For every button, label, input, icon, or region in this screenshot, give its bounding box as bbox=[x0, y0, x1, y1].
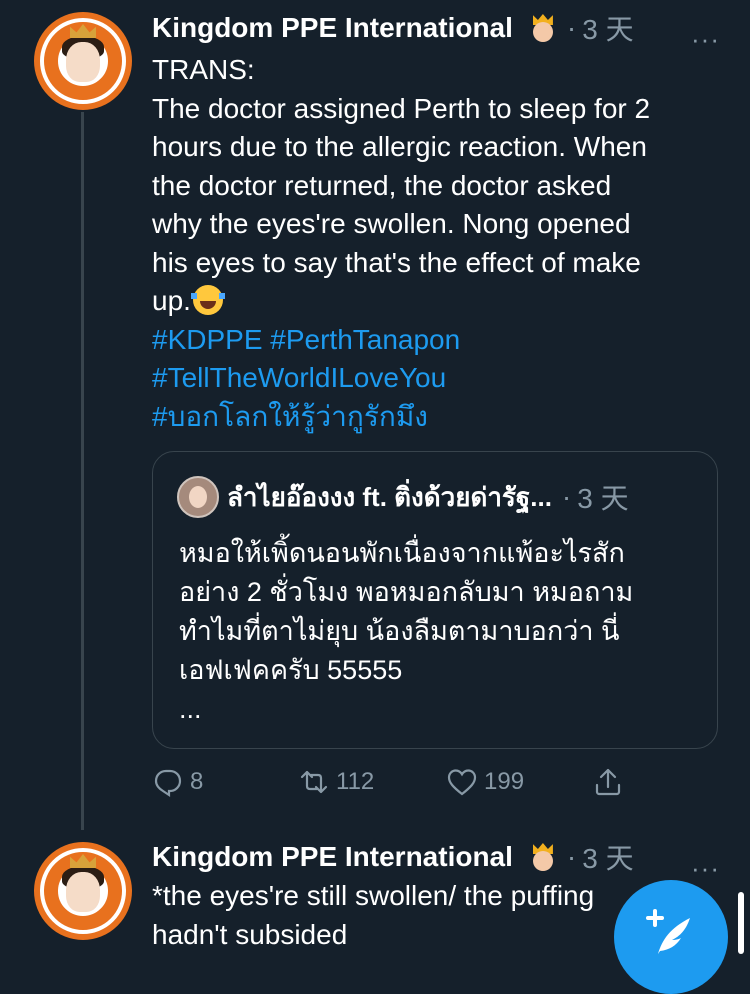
heart-icon bbox=[447, 769, 477, 796]
tweet-line: TRANS: bbox=[152, 54, 255, 85]
hashtag-link[interactable]: #KDPPE #PerthTanapon bbox=[152, 321, 732, 360]
like-count: 199 bbox=[484, 768, 525, 795]
tweet-line: the doctor returned, the doctor asked bbox=[152, 169, 612, 201]
separator-dot: · bbox=[566, 841, 577, 872]
avatar[interactable] bbox=[34, 842, 132, 940]
compose-tweet-button[interactable] bbox=[614, 880, 728, 994]
quoted-tweet-text: หมอให้เพิ้ดนอนพักเนื่องจากแพ้อะไรสัก อย่… bbox=[179, 534, 699, 729]
tweet-line: his eyes to say that's the effect of mak… bbox=[152, 246, 641, 278]
display-name[interactable]: Kingdom PPE International bbox=[152, 841, 513, 873]
quoted-line: อย่าง 2 ชั่วโมง พอหมอกลับมา หมอถาม bbox=[179, 577, 634, 607]
quoted-line: ทำไมที่ตาไม่ยุบ น้องลืมตามาบอกว่า นี่ bbox=[179, 616, 620, 646]
retweet-button[interactable]: 112 bbox=[298, 762, 374, 802]
tweet-text: TRANS: The doctor assigned Perth to slee… bbox=[152, 51, 732, 436]
timestamp[interactable]: 3 天 bbox=[582, 837, 633, 877]
quoted-tweet-card[interactable]: ลำไยอ๊องงง ft. ติ่งด้วยด่ารัฐ... · 3 天 ห… bbox=[152, 451, 718, 749]
retweet-count: 112 bbox=[336, 768, 375, 795]
tweet-actions: 8 112 199 bbox=[152, 762, 632, 802]
crown-emoji-icon bbox=[529, 14, 557, 42]
quoted-line: หมอให้เพิ้ดนอนพักเนื่องจากแพ้อะไรสัก bbox=[179, 538, 625, 568]
reply-count: 8 bbox=[190, 768, 204, 795]
crown-emoji-icon bbox=[529, 843, 557, 871]
quoted-avatar bbox=[177, 476, 219, 518]
tweet-line: up. bbox=[152, 285, 191, 316]
tweet-line: why the eyes're swollen. Nong opened bbox=[152, 208, 631, 239]
quoted-line: เอฟเฟคครับ 55555 bbox=[179, 655, 403, 685]
share-button[interactable] bbox=[592, 762, 630, 802]
quoted-display-name: ลำไยอ๊องงง ft. ติ่งด้วยด่ารัฐ... bbox=[227, 481, 552, 512]
retweet-icon bbox=[300, 770, 328, 794]
tweet-line-last: up. bbox=[152, 282, 732, 321]
timestamp[interactable]: 3 天 bbox=[582, 8, 633, 48]
display-name[interactable]: Kingdom PPE International bbox=[152, 12, 513, 44]
hashtag-link[interactable]: #บอกโลกให้รู้ว่ากูรักมึง bbox=[152, 398, 732, 437]
separator-dot: · bbox=[566, 12, 577, 43]
tweet-header: Kingdom PPE International · 3 天 ··· bbox=[152, 8, 732, 54]
tweet-header: Kingdom PPE International · 3 天 ··· bbox=[152, 837, 732, 883]
like-button[interactable]: 199 bbox=[446, 762, 524, 802]
quoted-line: ... bbox=[179, 694, 202, 724]
hashtag-link[interactable]: #TellTheWorldILoveYou bbox=[152, 359, 732, 398]
quoted-tweet-header: ลำไยอ๊องงง ft. ติ่งด้วยด่ารัฐ... · 3 天 bbox=[227, 476, 707, 518]
separator-dot: · bbox=[561, 481, 572, 512]
quoted-timestamp: 3 天 bbox=[577, 483, 629, 514]
reply-icon bbox=[154, 769, 182, 798]
tweet-line: The doctor assigned Perth to sleep for 2 bbox=[152, 92, 651, 124]
laughing-tears-emoji-icon bbox=[190, 285, 225, 315]
compose-tweet-icon bbox=[646, 909, 690, 954]
thread-line bbox=[81, 112, 84, 830]
tweet-line: hours due to the allergic reaction. When bbox=[152, 131, 647, 162]
reply-button[interactable]: 8 bbox=[152, 762, 203, 802]
avatar[interactable] bbox=[34, 12, 132, 110]
scrollbar[interactable] bbox=[738, 892, 744, 954]
share-icon bbox=[595, 768, 621, 796]
